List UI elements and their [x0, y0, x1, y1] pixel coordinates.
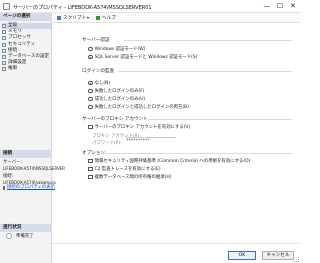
proxy-account-input[interactable]: [126, 132, 176, 138]
cancel-button[interactable]: キャンセル: [262, 251, 294, 260]
page-icon: [2, 24, 6, 29]
checkbox-icon: [88, 124, 93, 130]
proxy-password-input[interactable]: **********: [126, 139, 176, 145]
script-button[interactable]: スクリプト ▾: [57, 15, 89, 21]
page-icon: [2, 48, 6, 53]
audit-both-radio[interactable]: 失敗したログインと成功したログインの両方(B): [88, 104, 189, 110]
connection-header: 接続: [0, 150, 52, 158]
radio-icon: [88, 46, 93, 52]
page-icon: [2, 55, 6, 60]
title-bar: サーバーのプロパティ - LIFEBOOK-A574\MSSQLSERVER01…: [0, 0, 300, 13]
checkbox-icon: [88, 158, 93, 164]
common-criteria-label: 情報セキュリティ国際評価基準 (Common Criteria) への準拠を有効…: [94, 159, 251, 164]
radio-icon: [88, 88, 93, 94]
progress-status-label: 準備完了: [16, 234, 34, 239]
checkbox-icon: [88, 174, 93, 180]
audit-both-label: 失敗したログインと成功したログインの両方(B): [94, 105, 189, 110]
resize-grip-icon[interactable]: [294, 257, 299, 262]
radio-selected-icon: [88, 80, 93, 86]
chevron-down-icon: ▾: [86, 15, 89, 20]
properties-panel: サーバー認証 Windows 認証モード(W) SQL Server 認証モード…: [52, 23, 300, 243]
progress-header: 進行状況: [0, 224, 52, 232]
view-connection-properties-label: 接続のプロパティの表示: [7, 185, 56, 191]
c2-audit-checkbox[interactable]: C2 監査トレースを有効にする(E): [88, 166, 161, 172]
page-list: 全般 メモリ プロセッサ セキュリティ 接続 データベースの設定 詳細設定 権限: [2, 23, 52, 73]
progress-spinner-icon: [6, 233, 12, 239]
mixed-auth-label: SQL Server 認証モードと Windows 認証モード(S): [94, 55, 198, 60]
proxy-group-title: サーバーのプロキシ アカウント: [82, 117, 148, 122]
windows-auth-label: Windows 認証モード(W): [94, 47, 146, 52]
minimize-button[interactable]: —: [262, 2, 272, 11]
radio-icon: [88, 104, 93, 110]
help-label: ヘルプ: [102, 15, 116, 21]
login-audit-group-title: ログインの監査: [82, 69, 115, 74]
c2-audit-label: C2 監査トレースを有効にする(E): [94, 167, 161, 172]
options-group-title: オプション: [82, 151, 105, 156]
radio-icon: [88, 96, 93, 102]
audit-none-label: なし(N): [94, 81, 111, 86]
windows-auth-radio[interactable]: Windows 認証モード(W): [88, 46, 145, 52]
properties-icon: [3, 186, 5, 191]
page-item-permissions[interactable]: 権限: [2, 66, 52, 72]
select-page-header: ページの選択: [0, 13, 52, 21]
page-item-label: 権限: [8, 66, 18, 72]
divider: [104, 153, 292, 154]
dialog-footer: OK キャンセル: [52, 243, 300, 263]
audit-success-radio[interactable]: 成功したログインのみ(U): [88, 96, 145, 102]
mixed-auth-radio[interactable]: SQL Server 認証モードと Windows 認証モード(S): [88, 54, 197, 60]
page-icon: [2, 42, 6, 47]
maximize-button[interactable]: ☐: [275, 2, 285, 11]
help-button[interactable]: ヘルプ: [96, 15, 116, 21]
page-icon: [2, 61, 6, 66]
common-criteria-checkbox[interactable]: 情報セキュリティ国際評価基準 (Common Criteria) への準拠を有効…: [88, 158, 250, 164]
enable-proxy-checkbox[interactable]: サーバーのプロキシ アカウントを有効にする(V): [88, 124, 190, 130]
help-icon: [96, 15, 100, 20]
page-icon: [2, 30, 6, 35]
audit-success-label: 成功したログインのみ(U): [94, 97, 146, 102]
checkbox-icon: [88, 166, 93, 172]
server-value: LIFEBOOK-A574\MSSQLSERVER: [3, 165, 66, 171]
ok-button[interactable]: OK: [228, 251, 256, 260]
page-icon: [2, 67, 6, 72]
connection-info: サーバー: LIFEBOOK-A574\MSSQLSERVER 接続: LIFE…: [3, 160, 66, 191]
left-pane: ページの選択 全般 メモリ プロセッサ セキュリティ 接続 データベースの設定 …: [0, 13, 66, 263]
view-connection-properties-link[interactable]: 接続のプロパティの表示: [3, 185, 55, 191]
audit-none-radio[interactable]: なし(N): [88, 80, 110, 86]
cross-db-chaining-label: 複数データベース間の所有権の継承(H): [94, 175, 172, 180]
divider: [148, 119, 292, 120]
cross-db-chaining-checkbox[interactable]: 複数データベース間の所有権の継承(H): [88, 174, 171, 180]
server-auth-group-title: サーバー認証: [82, 38, 110, 43]
app-icon: [3, 3, 10, 10]
proxy-password-label: パスワード(P):: [92, 141, 122, 146]
audit-failed-radio[interactable]: 失敗したログインのみ(F): [88, 88, 144, 94]
divider: [124, 40, 292, 41]
divider: [118, 71, 292, 72]
audit-failed-label: 失敗したログインのみ(F): [94, 89, 145, 94]
radio-selected-icon: [88, 54, 93, 60]
window-title: サーバーのプロパティ - LIFEBOOK-A574\MSSQLSERVER01: [13, 5, 152, 11]
progress-status: 準備完了: [6, 233, 34, 239]
close-button[interactable]: ✕: [288, 2, 298, 11]
page-icon: [2, 36, 6, 41]
script-label: スクリプト: [63, 15, 86, 21]
enable-proxy-label: サーバーのプロキシ アカウントを有効にする(V): [94, 125, 191, 130]
script-icon: [57, 15, 61, 20]
toolbar: スクリプト ▾ ヘルプ: [52, 13, 300, 23]
